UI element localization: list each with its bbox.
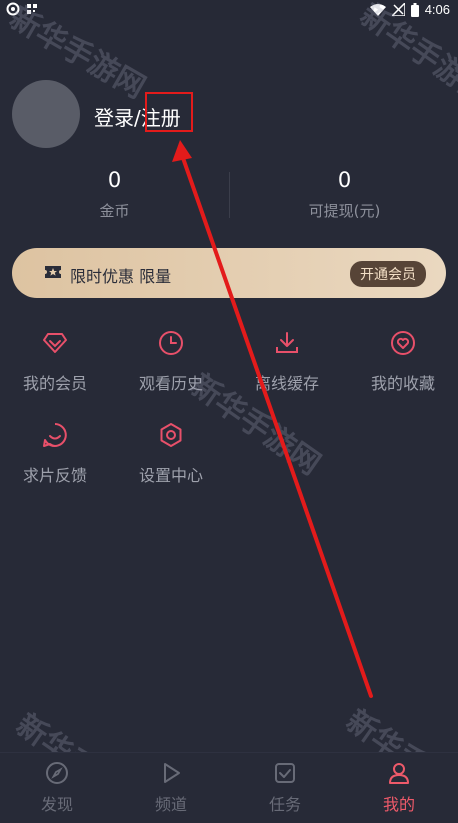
tab-tasks[interactable]: 任务 — [228, 761, 342, 815]
withdrawable-label: 可提现(元) — [308, 202, 381, 220]
annotation-highlight-box — [145, 92, 193, 132]
settings-icon — [160, 423, 182, 447]
menu-my-favorites[interactable]: 我的收藏 — [345, 326, 458, 394]
withdrawable-value: 0 — [337, 168, 352, 192]
clock-time: 4:06 — [424, 2, 450, 17]
coins-value: 0 — [107, 168, 122, 192]
coins-stat[interactable]: 0 金币 — [0, 168, 229, 221]
heart-icon — [391, 331, 415, 355]
menu-settings[interactable]: 设置中心 — [113, 418, 229, 486]
tab-label: 发现 — [40, 795, 73, 814]
feedback-icon — [43, 423, 67, 447]
coins-label: 金币 — [99, 202, 130, 220]
tab-label: 任务 — [268, 795, 301, 814]
tab-discover[interactable]: 发现 — [0, 761, 114, 815]
play-icon — [164, 763, 180, 783]
task-icon — [275, 763, 295, 783]
bottom-tab-bar: 发现 频道 任务 我的 — [0, 752, 458, 821]
vip-promo-text: 限时优惠 限量 — [70, 267, 172, 286]
tab-channels[interactable]: 频道 — [114, 761, 228, 815]
menu-offline-cache[interactable]: 离线缓存 — [229, 326, 345, 394]
tab-mine[interactable]: 我的 — [342, 761, 456, 815]
compass-icon — [46, 762, 68, 784]
menu-label: 我的会员 — [22, 374, 87, 393]
menu-my-vip[interactable]: 我的会员 — [0, 326, 113, 394]
tab-label: 我的 — [382, 795, 415, 814]
open-vip-button[interactable]: 开通会员 — [350, 261, 426, 287]
tab-label: 频道 — [154, 795, 187, 814]
menu-label: 求片反馈 — [22, 466, 87, 485]
diamond-icon — [43, 333, 67, 353]
clock-icon — [159, 331, 183, 355]
menu-label: 设置中心 — [138, 466, 203, 485]
ticket-icon — [45, 266, 61, 278]
user-icon — [389, 763, 409, 784]
vip-banner[interactable]: 限时优惠 限量 开通会员 — [12, 248, 446, 298]
menu-label: 我的收藏 — [370, 374, 435, 393]
withdrawable-stat[interactable]: 0 可提现(元) — [230, 168, 458, 221]
avatar[interactable] — [12, 80, 80, 148]
menu-feedback[interactable]: 求片反馈 — [0, 418, 113, 486]
download-icon — [276, 332, 298, 353]
